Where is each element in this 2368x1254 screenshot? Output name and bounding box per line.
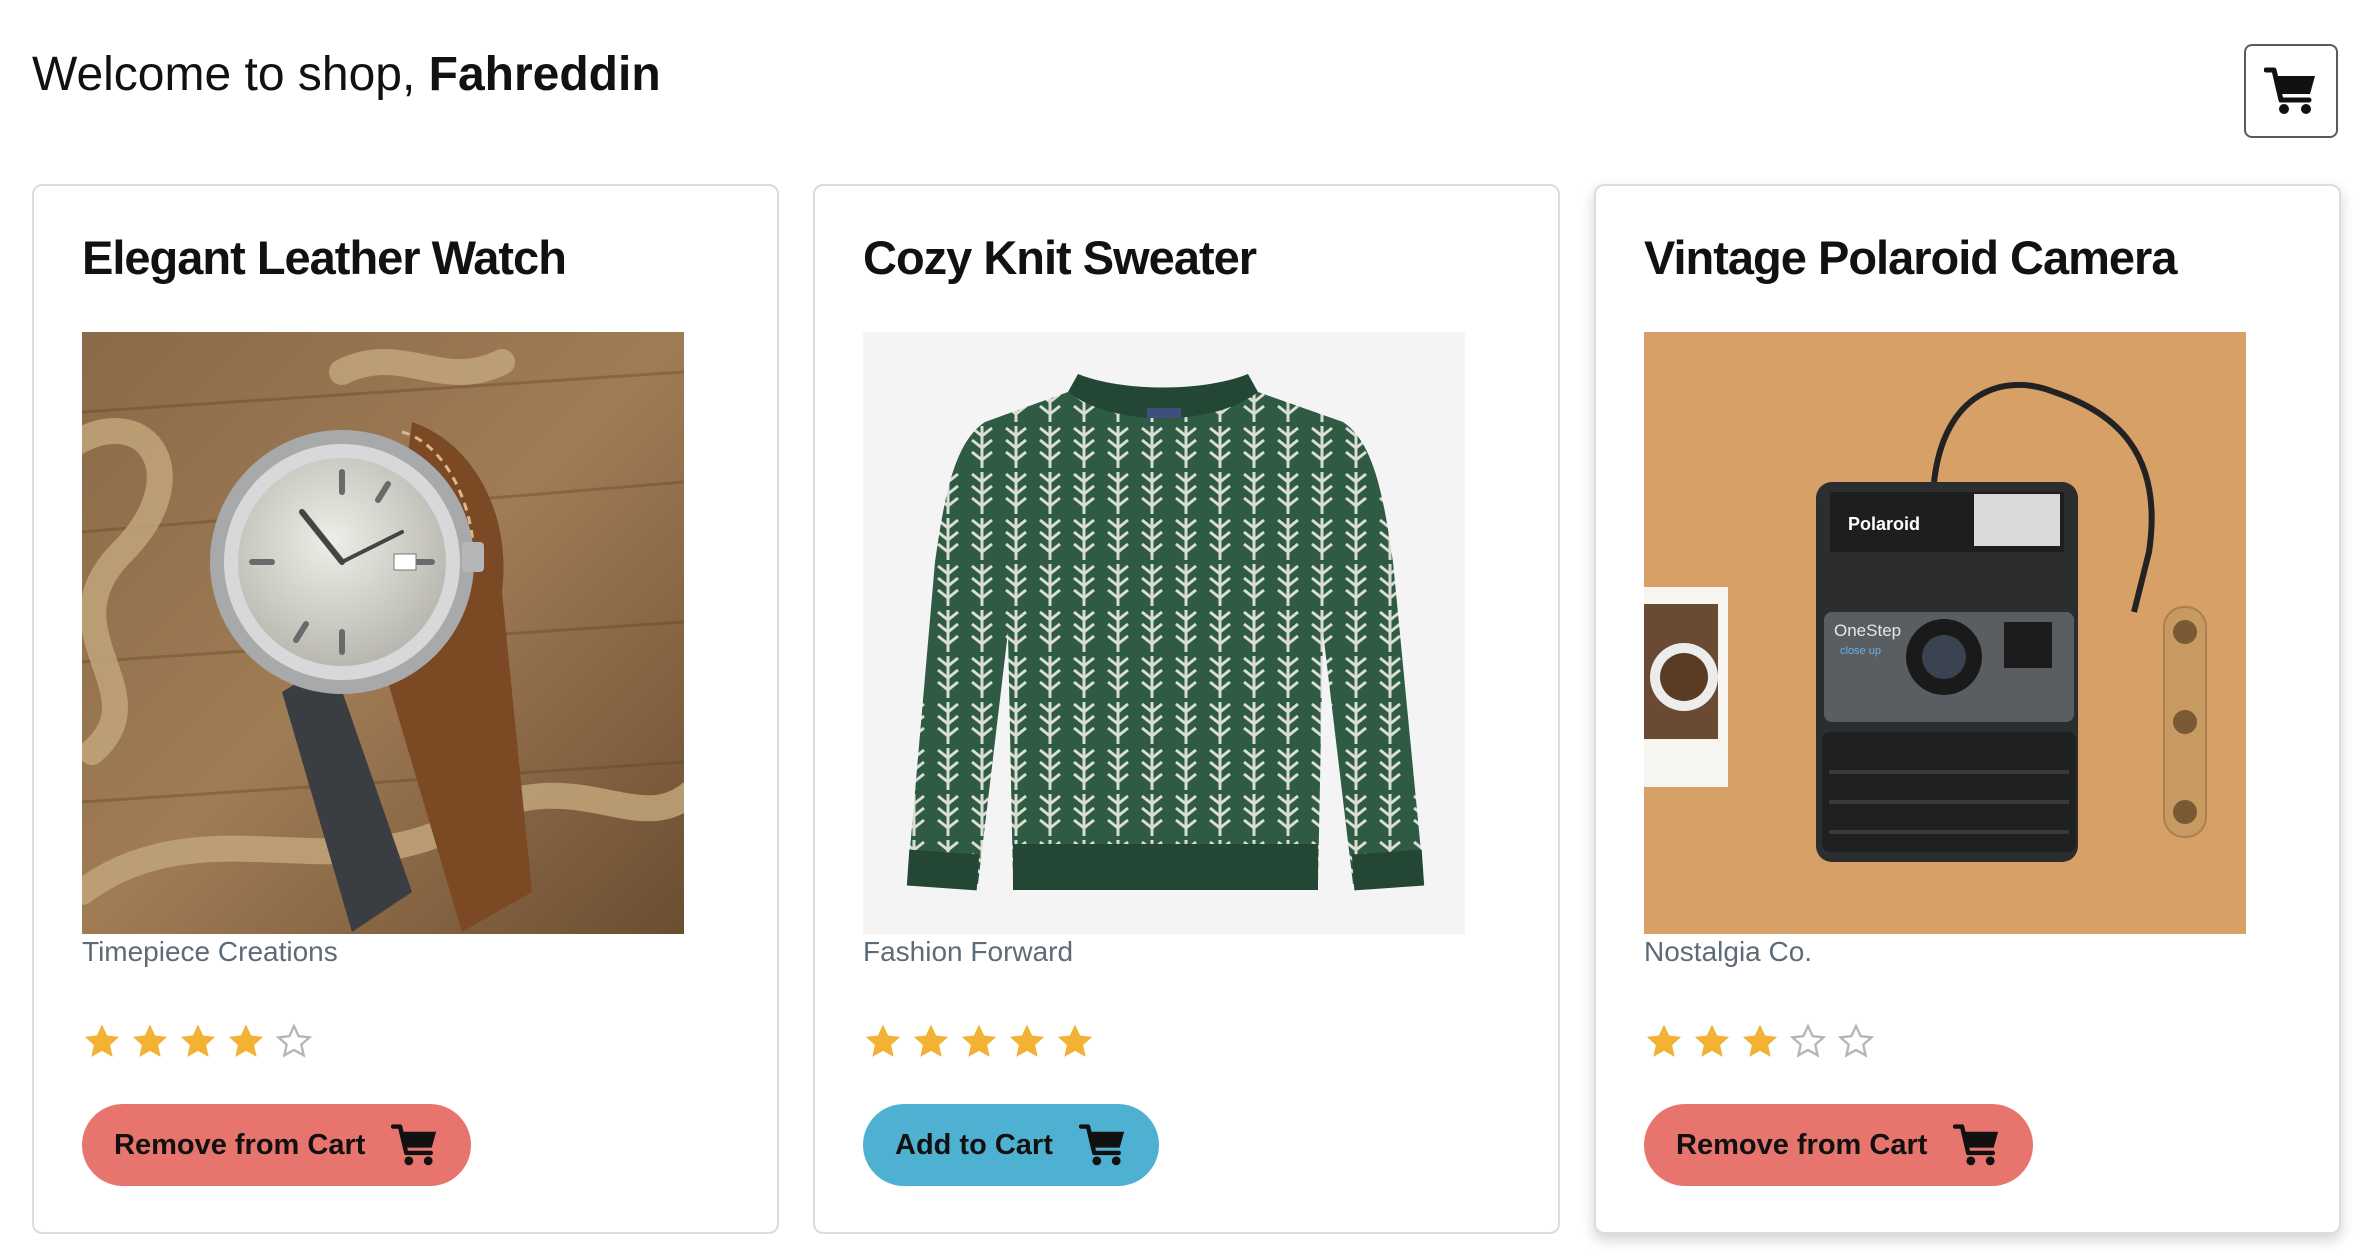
username: Fahreddin	[428, 48, 661, 101]
rating-stars	[863, 1022, 1095, 1062]
star-filled-icon	[1009, 1024, 1045, 1057]
remove-from-cart-button[interactable]: Remove from Cart	[1644, 1104, 2034, 1186]
button-label: Remove from Cart	[1676, 1128, 1928, 1161]
product-title: Vintage Polaroid Camera	[1644, 231, 2177, 284]
polaroid-camera-photo: Polaroid OneStep close up	[1644, 332, 2246, 934]
star-filled-icon	[1742, 1024, 1778, 1057]
star-filled-icon	[1694, 1024, 1730, 1057]
camera-closeup-label: close up	[1840, 645, 1881, 657]
star-filled-icon	[228, 1024, 264, 1057]
welcome-header: Welcome to shop, Fahreddin	[32, 40, 661, 110]
leather-watch-photo	[82, 332, 684, 934]
product-grid: Elegant Leather Watch Timepiece Creation…	[32, 184, 2341, 1234]
star-filled-icon	[961, 1024, 997, 1057]
star-filled-icon	[865, 1024, 901, 1057]
shopping-cart-icon	[1078, 1123, 1127, 1167]
shopping-cart-icon	[391, 1123, 439, 1167]
star-empty-icon	[1837, 1023, 1875, 1058]
product-card: Cozy Knit Sweater Fashion Forward Add to…	[813, 184, 1560, 1234]
star-empty-icon	[1789, 1023, 1827, 1058]
button-label: Add to Cart	[895, 1128, 1053, 1161]
camera-brand-label: Polaroid	[1848, 514, 1920, 534]
star-filled-icon	[1646, 1024, 1682, 1057]
greeting-text: Welcome to shop,	[32, 48, 429, 101]
star-filled-icon	[1057, 1024, 1093, 1057]
button-label: Remove from Cart	[114, 1128, 366, 1161]
product-brand: Nostalgia Co.	[1644, 936, 1813, 967]
star-filled-icon	[132, 1024, 168, 1057]
product-title: Cozy Knit Sweater	[863, 231, 1257, 284]
shop-page: Welcome to shop, Fahreddin Elegant Leath…	[0, 0, 2368, 1254]
shopping-cart-icon	[1953, 1123, 2001, 1167]
star-filled-icon	[180, 1024, 216, 1057]
star-filled-icon	[84, 1024, 120, 1057]
knit-sweater-photo	[863, 332, 1465, 934]
star-filled-icon	[913, 1024, 949, 1057]
shopping-cart-icon	[2264, 67, 2315, 114]
product-brand: Timepiece Creations	[82, 936, 338, 967]
cart-button[interactable]	[2244, 44, 2338, 138]
rating-stars	[1644, 1022, 1876, 1062]
star-empty-icon	[275, 1023, 313, 1058]
rating-stars	[82, 1022, 314, 1062]
camera-model-label: OneStep	[1834, 621, 1901, 640]
product-card: Vintage Polaroid Camera Polaroid OneStep…	[1594, 184, 2341, 1234]
add-to-cart-button[interactable]: Add to Cart	[863, 1104, 1159, 1186]
remove-from-cart-button[interactable]: Remove from Cart	[82, 1104, 472, 1186]
product-title: Elegant Leather Watch	[82, 231, 567, 284]
product-brand: Fashion Forward	[863, 936, 1074, 967]
product-card: Elegant Leather Watch Timepiece Creation…	[32, 184, 779, 1234]
